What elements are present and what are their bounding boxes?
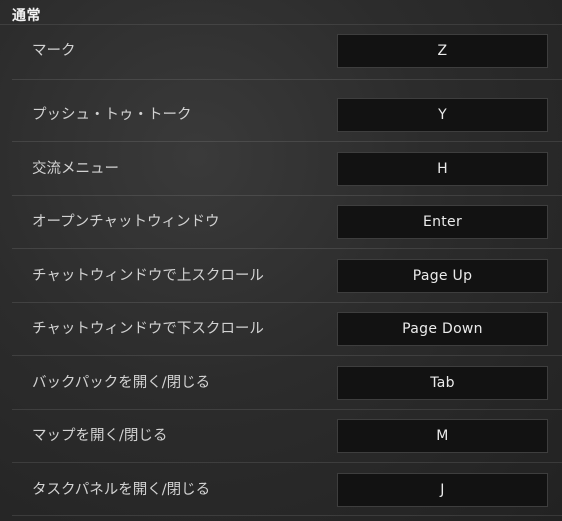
keybind-row-task-panel: タスクパネルを開く/閉じる J <box>0 473 562 507</box>
row-divider <box>12 79 562 80</box>
row-divider <box>12 248 562 249</box>
keybind-label: チャットウィンドウで上スクロール <box>32 268 264 284</box>
keybind-row-chat-scroll-down: チャットウィンドウで下スクロール Page Down <box>0 312 562 346</box>
keybind-button-open-chat[interactable]: Enter <box>337 205 548 239</box>
keybind-row-open-chat: オープンチャットウィンドウ Enter <box>0 205 562 239</box>
keybind-button-chat-scroll-down[interactable]: Page Down <box>337 312 548 346</box>
keybind-label: マップを開く/閉じる <box>32 428 168 444</box>
row-divider <box>12 141 562 142</box>
section-title: 通常 <box>12 8 41 24</box>
keybind-button-interaction-menu[interactable]: H <box>337 152 548 186</box>
keybind-label: タスクパネルを開く/閉じる <box>32 482 211 498</box>
row-divider <box>12 302 562 303</box>
keybind-button-task-panel[interactable]: J <box>337 473 548 507</box>
keybind-button-push-to-talk[interactable]: Y <box>337 98 548 132</box>
keybind-label: マーク <box>32 43 76 59</box>
keybind-button-map[interactable]: M <box>337 419 548 453</box>
keybind-label: オープンチャットウィンドウ <box>32 214 220 230</box>
keybind-row-push-to-talk: プッシュ・トゥ・トーク Y <box>0 98 562 132</box>
keybind-label: チャットウィンドウで下スクロール <box>32 321 264 337</box>
keybind-row-interaction-menu: 交流メニュー H <box>0 152 562 186</box>
keybind-button-backpack[interactable]: Tab <box>337 366 548 400</box>
keybind-label: 交流メニュー <box>32 161 119 177</box>
keybind-label: プッシュ・トゥ・トーク <box>32 107 192 123</box>
keybind-row-backpack: バックパックを開く/閉じる Tab <box>0 366 562 400</box>
row-divider <box>12 409 562 410</box>
keybind-label: バックパックを開く/閉じる <box>32 375 211 391</box>
section-divider <box>0 24 562 25</box>
row-divider <box>12 515 562 516</box>
keybind-button-mark[interactable]: Z <box>337 34 548 68</box>
row-divider <box>12 195 562 196</box>
row-divider <box>12 462 562 463</box>
keybind-button-chat-scroll-up[interactable]: Page Up <box>337 259 548 293</box>
keybind-row-mark: マーク Z <box>0 34 562 68</box>
keybind-row-chat-scroll-up: チャットウィンドウで上スクロール Page Up <box>0 259 562 293</box>
keybind-row-map: マップを開く/閉じる M <box>0 419 562 453</box>
row-divider <box>12 355 562 356</box>
